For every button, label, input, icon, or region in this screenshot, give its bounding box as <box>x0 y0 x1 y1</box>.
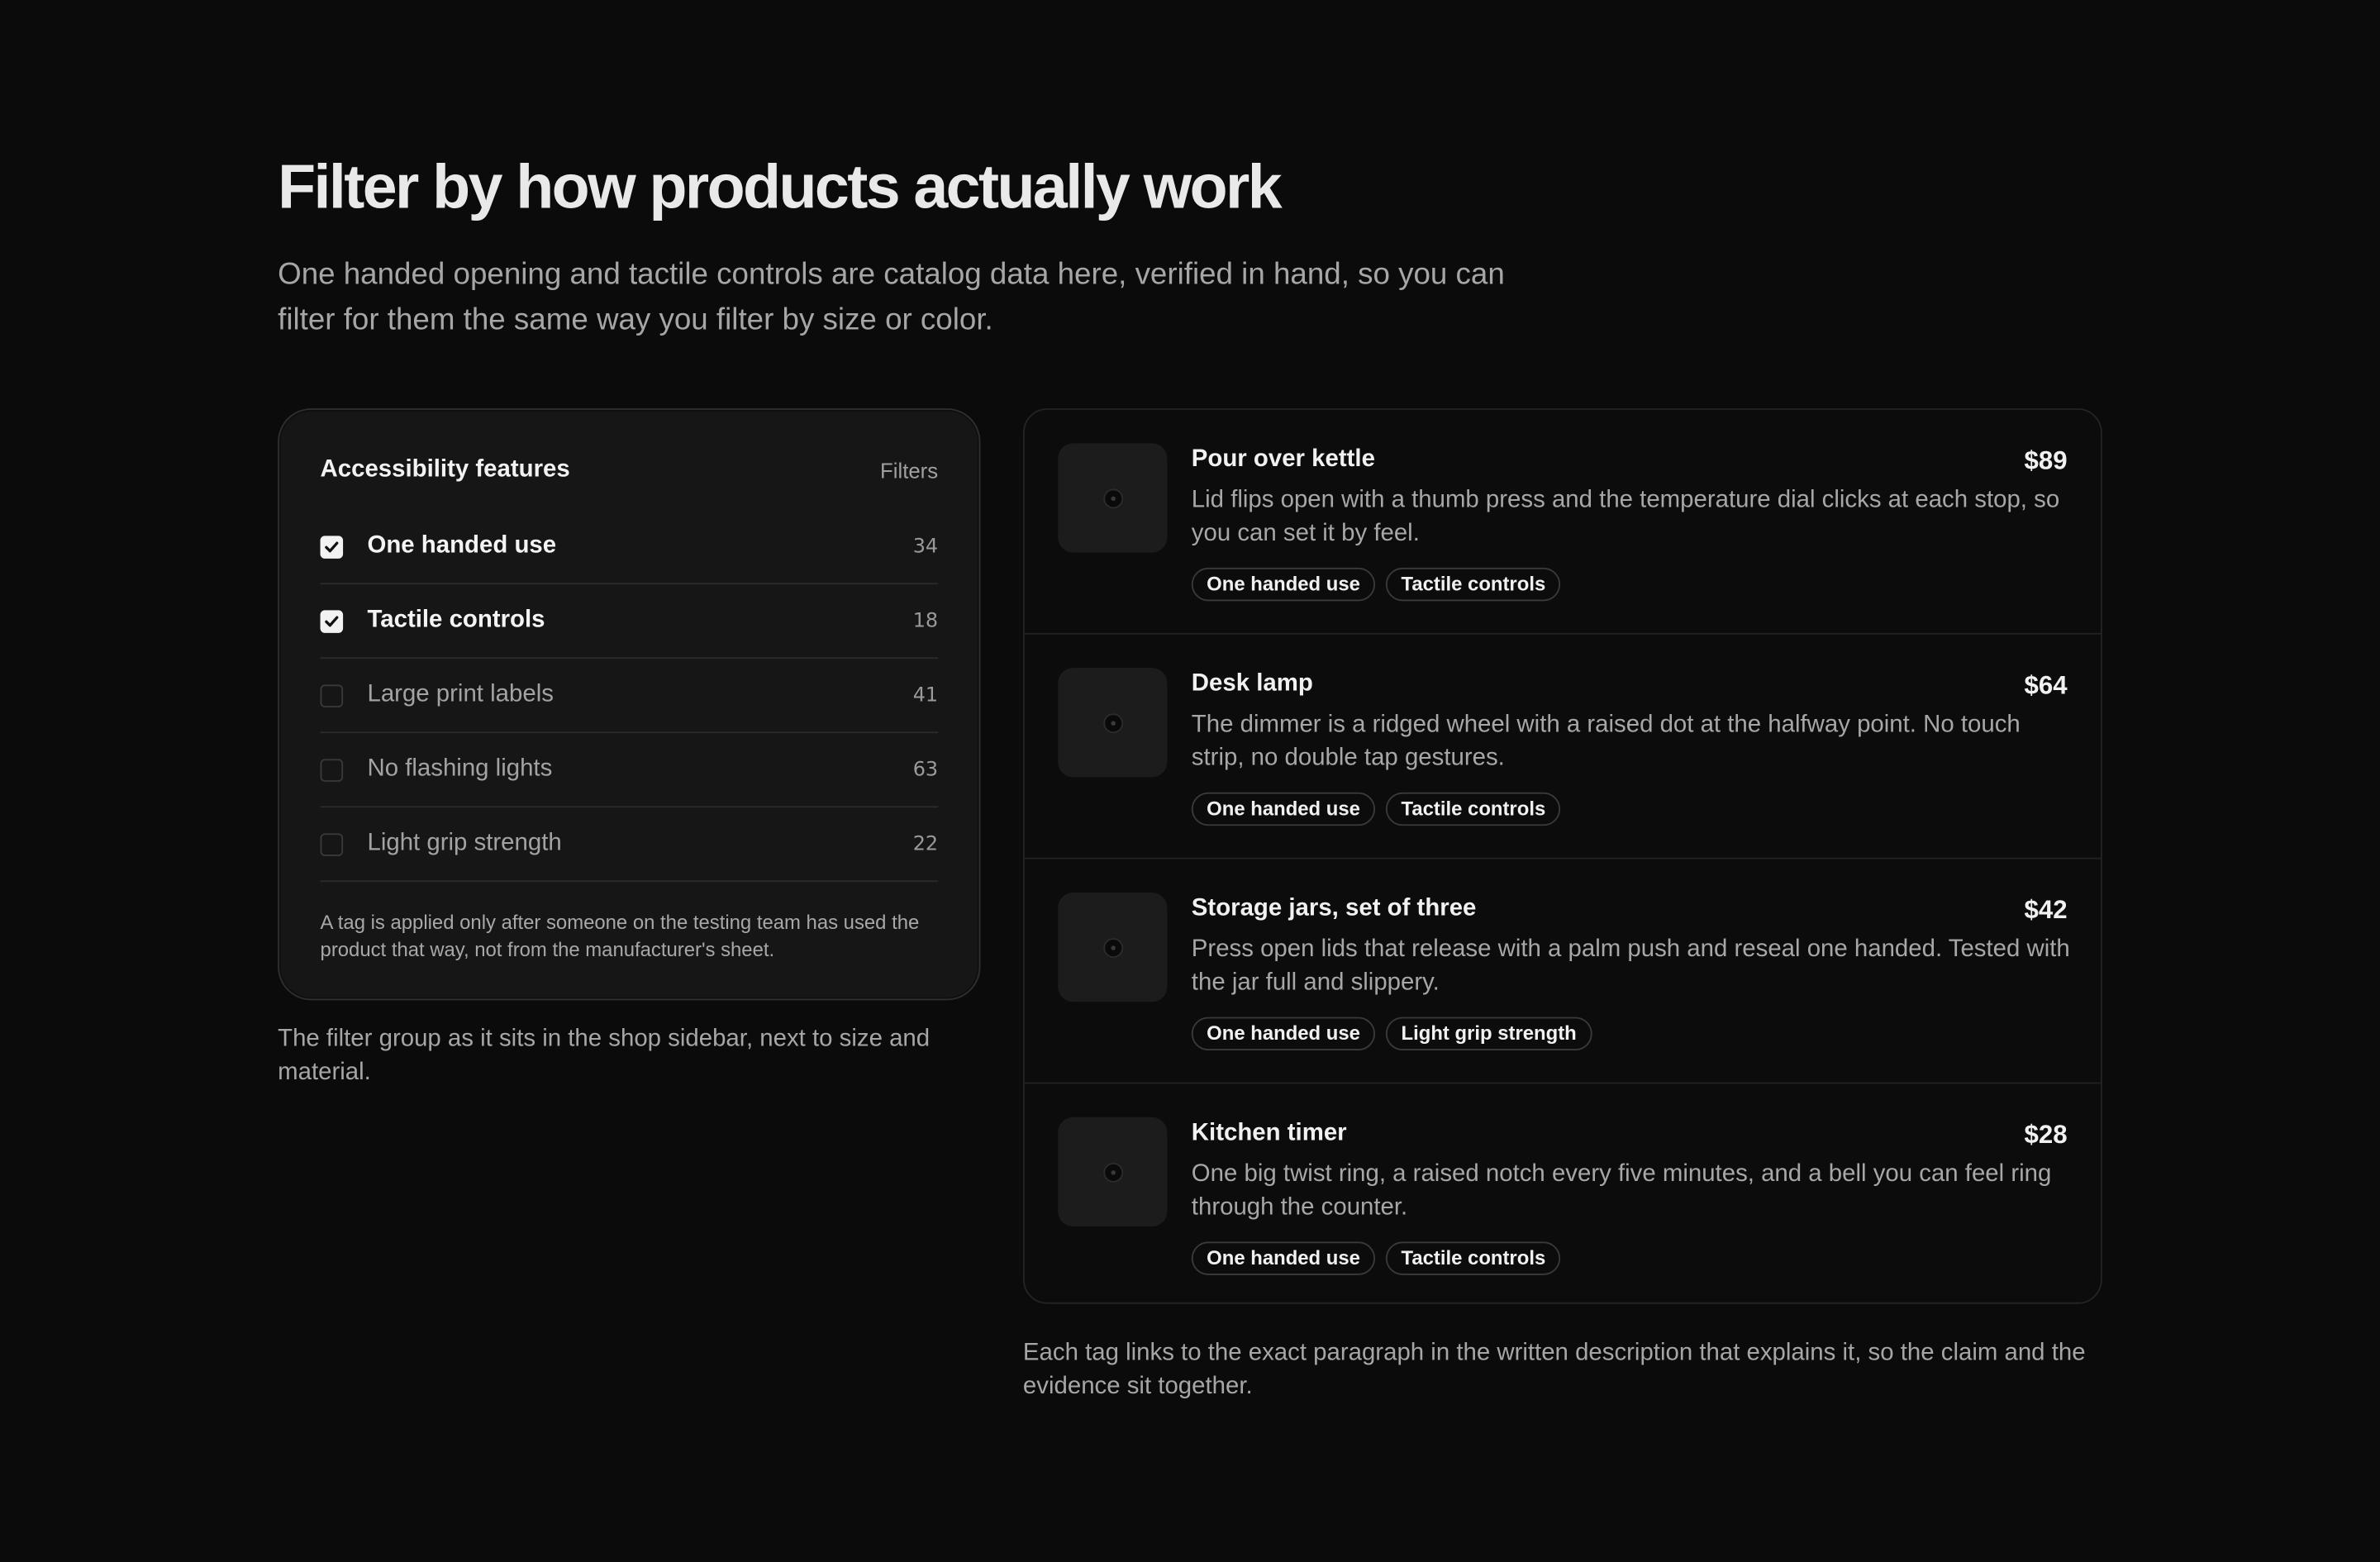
filters-link[interactable]: Filters <box>880 459 938 483</box>
product-tags: One handed use Tactile controls <box>1191 567 1561 602</box>
product-tag[interactable]: Tactile controls <box>1386 792 1561 826</box>
product-tag[interactable]: One handed use <box>1191 792 1376 826</box>
checkbox-checked-icon[interactable] <box>320 535 344 558</box>
product-tags: One handed use Tactile controls <box>1191 1241 1561 1275</box>
product-card[interactable]: Storage jars, set of three $42 Press ope… <box>1024 860 2101 1084</box>
filter-panel-title: Accessibility features <box>320 456 570 483</box>
checkbox-unchecked-icon[interactable] <box>320 758 344 781</box>
product-name[interactable]: Desk lamp <box>1192 671 1313 698</box>
image-placeholder-icon <box>1058 892 1168 1002</box>
image-placeholder-icon <box>1058 1117 1168 1227</box>
product-tag[interactable]: Tactile controls <box>1386 1241 1561 1275</box>
filter-option-light-grip-strength[interactable]: Light grip strength 22 <box>320 807 939 883</box>
product-tags: One handed use Light grip strength <box>1191 1017 1592 1050</box>
filter-option-no-flashing-lights[interactable]: No flashing lights 63 <box>320 733 939 808</box>
page-title: Filter by how products actually work <box>278 151 1283 222</box>
product-list: Pour over kettle $89 Lid flips open with… <box>1022 408 2102 1304</box>
product-tag[interactable]: One handed use <box>1191 1017 1376 1050</box>
product-tag[interactable]: Light grip strength <box>1386 1017 1592 1050</box>
product-tag[interactable]: Tactile controls <box>1386 567 1561 602</box>
filter-panel-note: A tag is applied only after someone on t… <box>320 911 920 961</box>
page: Filter by how products actually work One… <box>0 0 2380 1562</box>
product-description: The dimmer is a ridged wheel with a rais… <box>1191 712 2021 772</box>
product-card[interactable]: Pour over kettle $89 Lid flips open with… <box>1024 410 2101 635</box>
product-name[interactable]: Storage jars, set of three <box>1192 896 1477 923</box>
product-card[interactable]: Desk lamp $64 The dimmer is a ridged whe… <box>1024 635 2101 860</box>
filter-options: One handed use 34 Tactile controls 18 La… <box>320 510 939 883</box>
filter-panel-header: Accessibility features Filters <box>321 452 939 488</box>
filter-option-one-handed-use[interactable]: One handed use 34 <box>320 510 939 585</box>
product-description: Press open lids that release with a palm… <box>1191 936 2070 996</box>
filter-option-count: 22 <box>912 832 939 855</box>
image-placeholder-icon <box>1058 668 1168 778</box>
filter-panel: Accessibility features Filters One hande… <box>278 408 981 1001</box>
filter-option-count: 34 <box>912 535 939 558</box>
filter-option-label: Large print labels <box>367 681 554 707</box>
filter-option-count: 63 <box>912 758 939 781</box>
product-price: $42 <box>2024 895 2068 925</box>
product-description: One big twist ring, a raised notch every… <box>1191 1161 2052 1221</box>
filter-option-large-print-labels[interactable]: Large print labels 41 <box>320 659 939 734</box>
product-tag[interactable]: One handed use <box>1191 1241 1376 1275</box>
checkbox-checked-icon[interactable] <box>320 609 344 632</box>
filter-option-label: Light grip strength <box>367 830 562 856</box>
product-name[interactable]: Kitchen timer <box>1192 1120 1347 1147</box>
product-card[interactable]: Kitchen timer $28 One big twist ring, a … <box>1025 1083 2101 1302</box>
product-name[interactable]: Pour over kettle <box>1192 446 1375 474</box>
product-price: $64 <box>2024 670 2068 700</box>
filter-option-count: 18 <box>912 609 939 632</box>
filter-option-count: 41 <box>912 683 939 707</box>
product-tags: One handed use Tactile controls <box>1191 792 1561 826</box>
product-price: $28 <box>2024 1120 2068 1150</box>
product-list-caption: Each tag links to the exact paragraph in… <box>1022 1340 2086 1400</box>
filter-option-label: No flashing lights <box>367 755 553 782</box>
product-tag[interactable]: One handed use <box>1191 567 1376 602</box>
page-subtitle: One handed opening and tactile controls … <box>278 258 1505 337</box>
filter-option-label: One handed use <box>367 532 557 559</box>
filter-option-label: Tactile controls <box>367 607 545 633</box>
checkbox-unchecked-icon[interactable] <box>320 683 344 707</box>
product-description: Lid flips open with a thumb press and th… <box>1191 487 2060 547</box>
checkbox-unchecked-icon[interactable] <box>320 832 344 855</box>
image-placeholder-icon <box>1058 443 1168 553</box>
product-price: $89 <box>2024 445 2068 475</box>
filter-panel-caption: The filter group as it sits in the shop … <box>278 1026 931 1086</box>
filter-option-tactile-controls[interactable]: Tactile controls 18 <box>320 584 939 660</box>
